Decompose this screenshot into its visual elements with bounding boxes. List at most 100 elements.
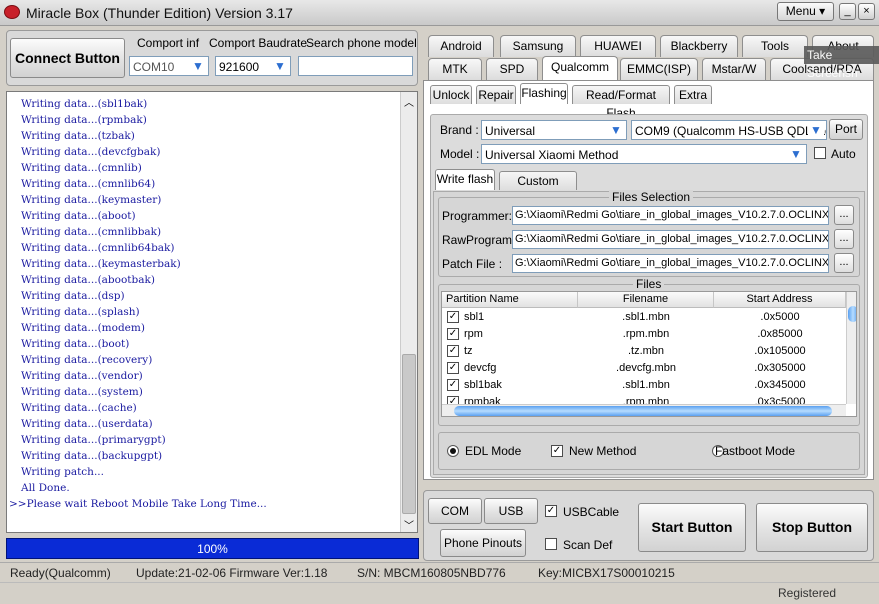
subtab-read-format-flash[interactable]: Read/Format Flash [572,85,670,120]
chevron-down-icon: ▼ [192,59,204,73]
log-line: Writing data...(userdata) [21,418,153,430]
chevron-down-icon: ▼ [610,123,622,137]
table-row[interactable]: ✓ sbl1 .sbl1.mbn .0x5000 [442,309,846,326]
row-checkbox[interactable]: ✓ [447,379,459,391]
tab-huawei[interactable]: HUAWEI [580,35,656,57]
chevron-down-icon: ▾ [819,4,826,18]
tab-qualcomm[interactable]: Qualcomm [542,56,618,80]
baud-select[interactable]: 921600 ▼ [215,56,291,76]
tab-spd[interactable]: SPD [486,58,538,80]
flashtab-write-flash[interactable]: Write flash [435,169,495,190]
rawprogram-browse-button[interactable]: ... [834,229,854,249]
chevron-up-icon[interactable]: ︿ [404,94,414,109]
model-label: Model : [440,147,480,161]
start-address: .0x5000 [760,311,800,323]
subtab-unlock[interactable]: Unlock [430,85,472,104]
col-header-start-address[interactable]: Start Address [714,292,846,308]
log-line: Writing data...(splash) [21,306,140,318]
usb-cable-label: USBCable [563,505,620,519]
log-line: Writing data...(cmnlibbak) [21,226,162,238]
vscroll-thumb[interactable] [848,306,856,322]
minimize-button[interactable]: _ [839,3,856,20]
connect-button[interactable]: Connect Button [10,38,125,78]
edl-mode-radio[interactable] [447,445,459,457]
status-serial: S/N: MBCM160805NBD776 [357,566,506,580]
baud-value: 921600 [219,60,260,74]
subtab-flashing[interactable]: Flashing [520,83,568,104]
tab-mtk[interactable]: MTK [428,58,482,80]
usb-scan-button[interactable]: USB Scan [484,498,538,542]
registered-label: Registered [778,586,837,600]
com-scan-button[interactable]: COM Scan [428,498,482,542]
scroll-thumb[interactable] [402,354,416,514]
tab-emmc-isp[interactable]: EMMC(ISP) [620,58,698,80]
col-header-partition[interactable]: Partition Name [442,292,578,308]
patch-path[interactable]: G:\Xiaomi\Redmi Go\tiare_in_global_image… [512,254,829,273]
log-line: All Done. [21,482,70,494]
port-select[interactable]: COM9 (Qualcomm HS-USB QDLoad ▼ [631,120,827,140]
comport-select[interactable]: COM10 ▼ [129,56,209,76]
log-line: Writing data...(modem) [21,322,145,334]
chevron-down-icon: ▼ [808,123,824,138]
subtab-repair[interactable]: Repair [476,85,516,104]
mode-group: EDL Mode ✓ New Method Fastboot Mode [438,432,860,470]
tab-samsung[interactable]: Samsung [500,35,576,57]
flashtab-custom-flasher[interactable]: Custom Flasher [499,171,577,206]
programmer-path[interactable]: G:\Xiaomi\Redmi Go\tiare_in_global_image… [512,206,829,225]
chevron-down-icon[interactable]: ﹀ [404,517,414,532]
close-button[interactable]: × [858,3,875,20]
start-address: .0x345000 [754,379,806,391]
row-checkbox[interactable]: ✓ [447,362,459,374]
stop-button[interactable]: Stop Button [756,503,868,552]
tab-android[interactable]: Android [428,35,494,57]
files-hscrollbar[interactable] [442,404,846,416]
brand-select[interactable]: Universal ▼ [481,120,627,140]
rawprogram-path[interactable]: G:\Xiaomi\Redmi Go\tiare_in_global_image… [512,230,829,249]
log-line: Writing patch... [21,466,104,478]
row-checkbox[interactable]: ✓ [447,345,459,357]
filename: .devcfg.mbn [616,362,676,374]
log-scrollbar[interactable]: ︿ ﹀ [400,92,417,532]
new-method-checkbox[interactable]: ✓ [551,445,563,457]
table-row[interactable]: ✓ rpm .rpm.mbn .0x85000 [442,326,846,343]
title-bar: Miracle Box (Thunder Edition) Version 3.… [0,0,879,26]
menu-button[interactable]: Menu ▾ [777,2,834,21]
status-state: Ready(Qualcomm) [10,566,111,580]
scan-def-checkbox[interactable] [545,538,557,550]
filename: .tz.mbn [627,345,665,357]
scan-def-label: Scan Def [563,538,613,552]
row-checkbox[interactable]: ✓ [447,311,459,323]
edl-mode-label: EDL Mode [465,444,522,458]
qualcomm-panel: Unlock Repair Flashing Read/Format Flash Ext… [423,80,874,480]
log-line: Writing data...(sbl1bak) [21,98,148,110]
hscroll-thumb[interactable] [454,406,832,416]
tab-blackberry[interactable]: Blackberry [660,35,738,57]
bottom-control-panel: COM Scan USB Scan ✓ USBCable Phone Pinou… [423,490,874,561]
start-button[interactable]: Start Button [638,503,746,552]
tab-mstar-w[interactable]: Mstar/W [702,58,766,80]
search-input[interactable] [298,56,413,76]
screenshot-tooltip: Take Screensh [804,46,879,80]
app-logo-icon [4,5,20,19]
patch-browse-button[interactable]: ... [834,253,854,273]
subtab-extra[interactable]: Extra [674,85,712,104]
phone-pinouts-button[interactable]: Phone Pinouts [440,529,526,557]
col-header-filename[interactable]: Filename [578,292,714,308]
programmer-browse-button[interactable]: ... [834,205,854,225]
row-checkbox[interactable]: ✓ [447,328,459,340]
auto-checkbox[interactable] [814,147,826,159]
port-button[interactable]: Port [829,119,863,140]
start-address: .0x305000 [754,362,806,374]
tab-tools[interactable]: Tools [742,35,808,57]
files-vscrollbar[interactable] [846,292,856,404]
log-line: Writing data...(boot) [21,338,130,350]
model-select[interactable]: Universal Xiaomi Method ▼ [481,144,807,164]
fastboot-mode-label: Fastboot Mode [715,444,796,458]
patch-label: Patch File : [442,257,503,271]
table-row[interactable]: ✓ sbl1bak .sbl1.mbn .0x345000 [442,377,846,394]
log-line: Writing data...(cmnlib64bak) [21,242,175,254]
table-row[interactable]: ✓ devcfg .devcfg.mbn .0x305000 [442,360,846,377]
log-text: Writing data...(sbl1bak) Writing data...(… [9,96,267,512]
usb-cable-checkbox[interactable]: ✓ [545,505,557,517]
table-row[interactable]: ✓ tz .tz.mbn .0x105000 [442,343,846,360]
